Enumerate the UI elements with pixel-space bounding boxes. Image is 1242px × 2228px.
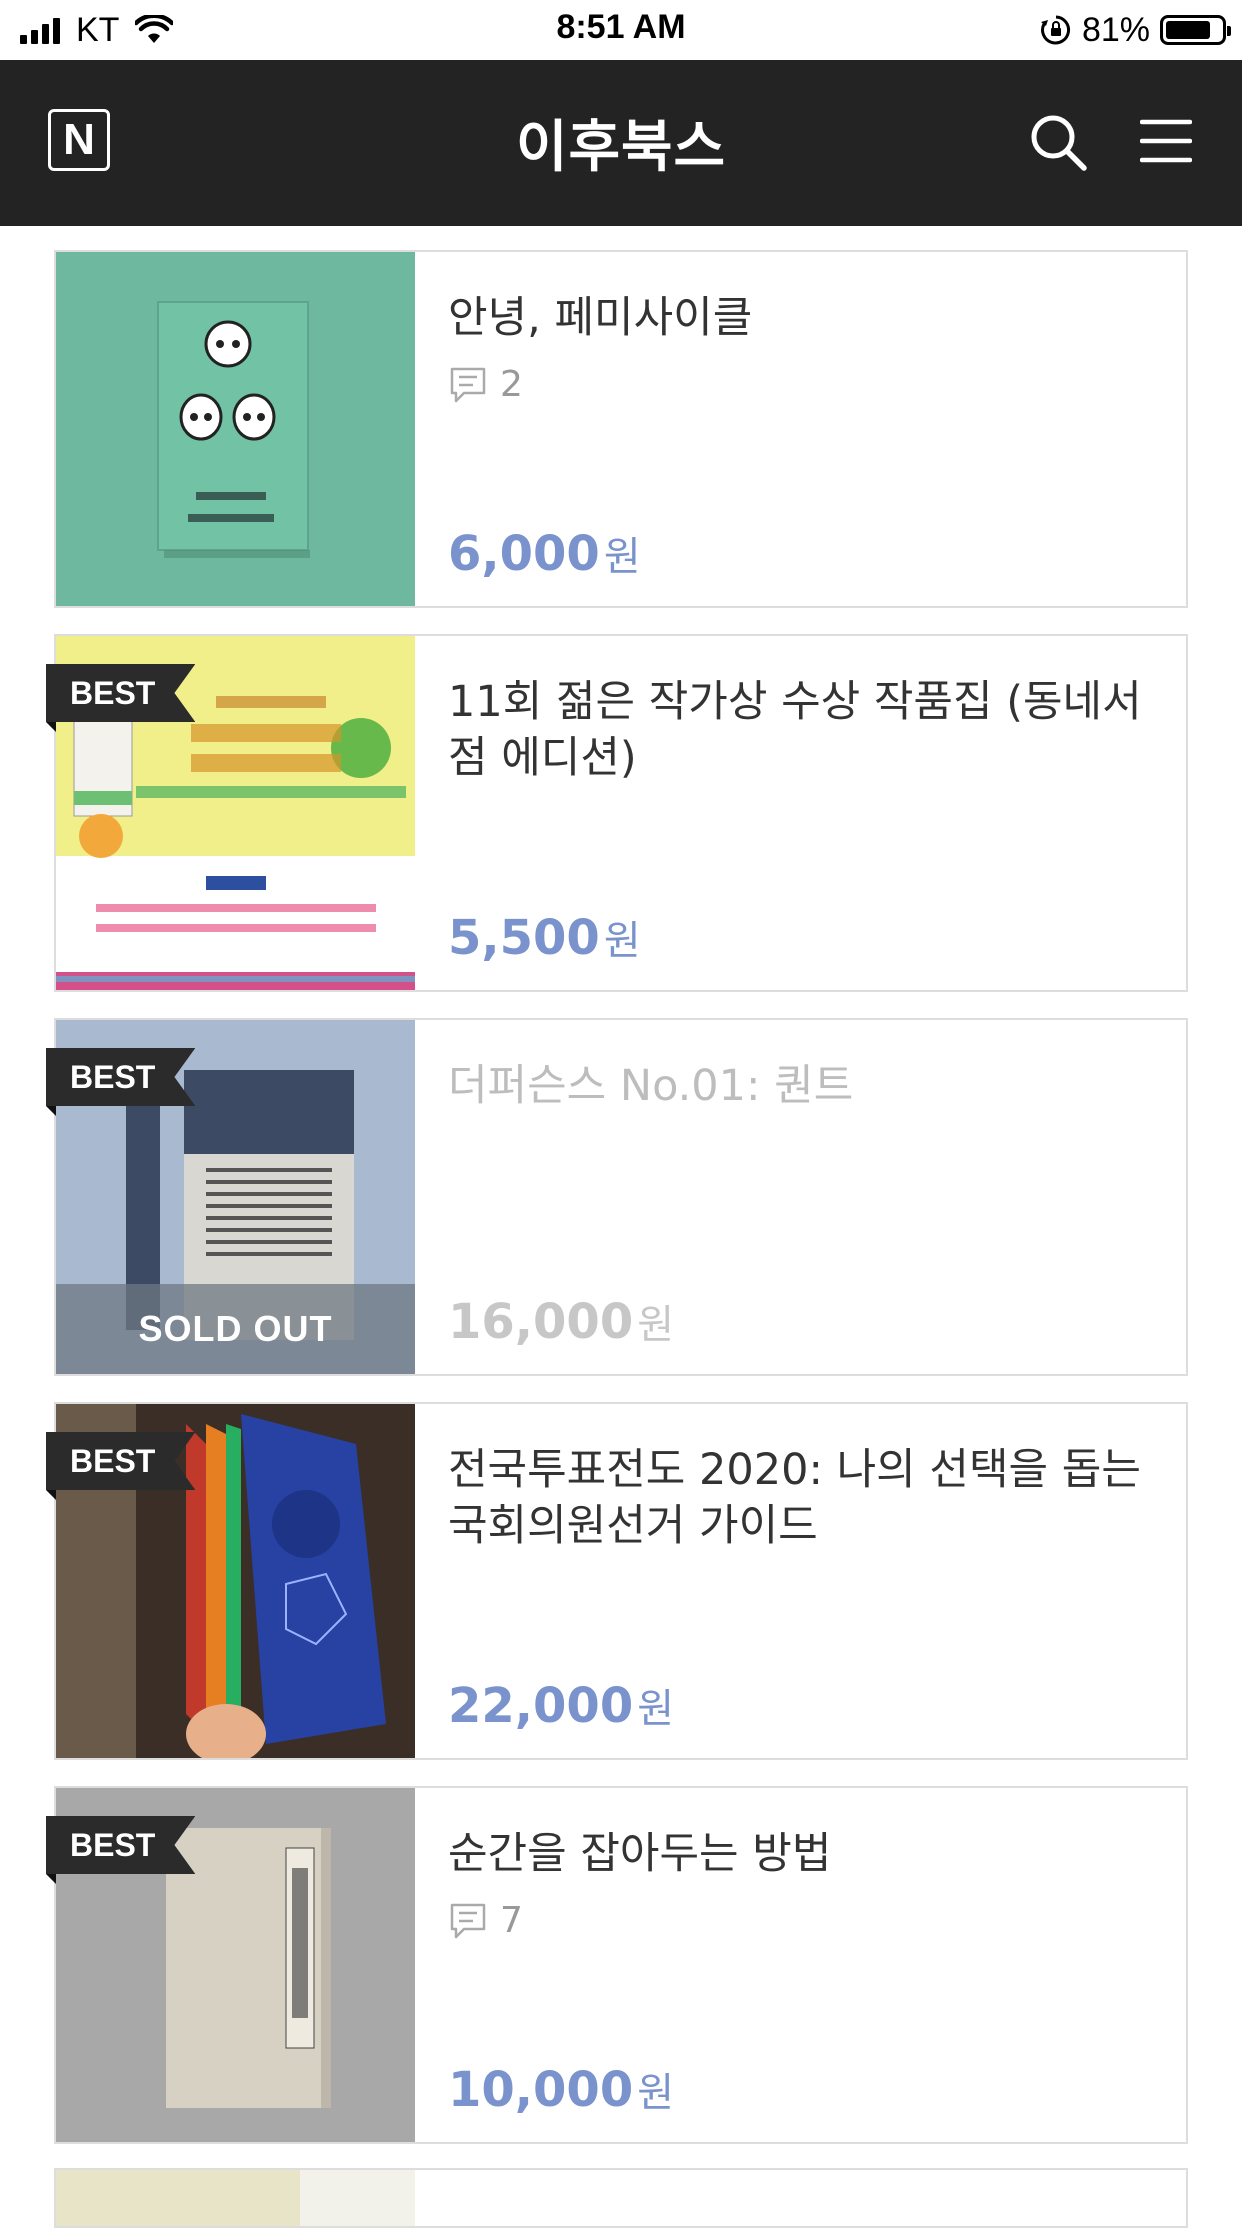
book-title[interactable]: 안녕, 페미사이클 [448, 290, 1162, 346]
book-info: 순간을 잡아두는 방법 7 10,000 원 [448, 1826, 1162, 2142]
best-badge: BEST [46, 1048, 196, 1106]
book-title[interactable]: 전국투표전도 2020: 나의 선택을 돕는 국회의원선거 가이드 [448, 1442, 1162, 1554]
search-icon[interactable] [1028, 112, 1088, 172]
book-price: 16,000 원 [448, 1292, 674, 1350]
book-cover[interactable] [56, 252, 415, 606]
cover-image-femicycle [56, 252, 415, 606]
price-currency: 원 [603, 534, 641, 580]
book-card-partial[interactable] [54, 2168, 1188, 2228]
book-card[interactable]: BEST 11회 젊은 작가상 수상 작품집 (동네서점 에디션) 5,500 … [46, 634, 1188, 992]
app-header: N 이후북스 [0, 60, 1242, 226]
price-currency: 원 [637, 1302, 675, 1348]
price-value: 16,000 [448, 1294, 634, 1350]
book-price: 5,500 원 [448, 908, 641, 966]
book-info: 11회 젊은 작가상 수상 작품집 (동네서점 에디션) 5,500 원 [448, 674, 1162, 990]
best-badge: BEST [46, 1432, 196, 1490]
book-info: 안녕, 페미사이클 2 6,000 원 [448, 290, 1162, 606]
book-title[interactable]: 더퍼슨스 No.01: 퀀트 [448, 1058, 1162, 1114]
book-card[interactable]: BEST 전국투표전도 2020: 나의 선택을 돕는 국회의원선거 가이드 2… [46, 1402, 1188, 1760]
battery-percent: 81% [1081, 10, 1150, 49]
book-card[interactable]: BEST 순간을 잡아두는 방법 7 10,000 원 [46, 1786, 1188, 2144]
comment-number: 7 [500, 1900, 523, 1941]
sold-out-overlay: SOLD OUT [56, 1284, 415, 1374]
price-value: 5,500 [448, 910, 600, 966]
comment-icon [450, 367, 486, 402]
book-card[interactable]: SOLD OUT BEST 더퍼슨스 No.01: 퀀트 16,000 원 [46, 1018, 1188, 1376]
price-currency: 원 [637, 1686, 675, 1732]
best-badge: BEST [46, 664, 196, 722]
book-price: 6,000 원 [448, 524, 641, 582]
book-info: 전국투표전도 2020: 나의 선택을 돕는 국회의원선거 가이드 22,000… [448, 1442, 1162, 1758]
comment-number: 2 [500, 364, 523, 405]
price-value: 10,000 [448, 2062, 634, 2118]
battery-icon [1160, 15, 1231, 45]
book-card[interactable]: 안녕, 페미사이클 2 6,000 원 [54, 250, 1188, 608]
price-currency: 원 [637, 2070, 675, 2116]
book-info: 더퍼슨스 No.01: 퀀트 16,000 원 [448, 1058, 1162, 1374]
price-value: 22,000 [448, 1678, 634, 1734]
book-title[interactable]: 순간을 잡아두는 방법 [448, 1826, 1162, 1882]
status-right: 81% [1040, 8, 1231, 52]
battery-level [1166, 21, 1210, 39]
status-bar: KT 8:51 AM 81% [0, 0, 1242, 60]
price-currency: 원 [603, 918, 641, 964]
price-value: 6,000 [448, 526, 600, 582]
book-title[interactable]: 11회 젊은 작가상 수상 작품집 (동네서점 에디션) [448, 674, 1162, 786]
best-badge: BEST [46, 1816, 196, 1874]
book-price: 22,000 원 [448, 1676, 674, 1734]
comment-icon [450, 1903, 486, 1938]
comment-count: 2 [448, 364, 1162, 405]
book-price: 10,000 원 [448, 2060, 674, 2118]
book-cover-strip [300, 2170, 415, 2226]
book-list: 안녕, 페미사이클 2 6,000 원 BEST 11회 젊은 작가상 수상 작… [46, 250, 1188, 2170]
comment-count: 7 [448, 1900, 1162, 1941]
orientation-lock-icon [1040, 15, 1070, 45]
menu-icon[interactable] [1140, 116, 1192, 166]
